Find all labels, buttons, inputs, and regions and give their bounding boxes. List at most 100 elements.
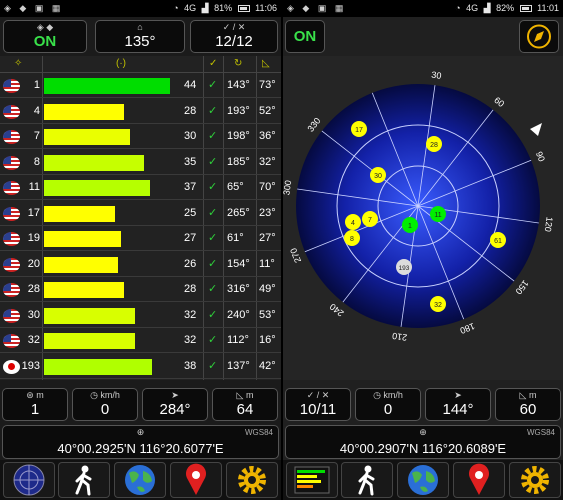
coordinates-box[interactable]: ⊕ WGS84 40°00.2925'N 116°20.6077'E (2, 425, 279, 459)
table-row[interactable]: 1 44 ✓ 143° 73° (0, 74, 281, 98)
signal-bars-icon[interactable] (286, 462, 338, 498)
snr-value: 32 (184, 308, 197, 321)
map-pin-icon[interactable] (170, 462, 222, 498)
azimuth-label: 300 (283, 179, 293, 195)
network-type: 4G (184, 3, 197, 13)
satellite-marker-label: 17 (355, 127, 363, 134)
table-row[interactable]: 17 25 ✓ 265° 23° (0, 202, 281, 226)
satellite-marker-label: 61 (494, 238, 502, 245)
table-row[interactable]: 20 26 ✓ 154° 11° (0, 253, 281, 277)
used-check-icon: ✓ (208, 181, 218, 193)
sky-satellite[interactable]: 193 (396, 259, 412, 275)
compass-button[interactable] (519, 20, 559, 53)
satellites-value: 12/12 (215, 33, 253, 50)
snr-value: 37 (184, 181, 197, 193)
elevation-value: 42° (259, 359, 276, 372)
elevation-value: 49° (259, 283, 276, 295)
sky-satellite[interactable]: 61 (490, 232, 506, 248)
altitude-box[interactable]: ◺ m 64 (212, 388, 278, 421)
used-check-icon: ✓ (208, 104, 218, 117)
used-check-icon: ✓ (208, 79, 218, 91)
elevation-icon: ◺ (262, 58, 270, 69)
table-row[interactable]: 4 28 ✓ 193° 52° (0, 100, 281, 124)
table-row[interactable]: 28 28 ✓ 316° 49° (0, 278, 281, 302)
table-row[interactable]: 11 37 ✓ 65° 70° (0, 176, 281, 200)
sky-satellite[interactable]: 32 (430, 296, 446, 312)
table-row[interactable]: 7 30 ✓ 198° 36° (0, 125, 281, 149)
sky-satellite[interactable]: 11 (430, 206, 446, 222)
satellites-box[interactable]: ✓ / ✕ 12/12 (190, 20, 278, 53)
sky-satellite[interactable]: 30 (370, 167, 386, 183)
gear-icon[interactable] (226, 462, 278, 498)
signal-bar (44, 154, 144, 171)
azimuth-label: 60 (492, 95, 506, 109)
azimuth-value: 240° (227, 308, 250, 321)
snr-value: 35 (184, 155, 197, 168)
satellite-table: ✧ (·) ✓ ↻ ◺ 1 44 ✓ 143° 73° 4 28 ✓ 193° 52° 7 30 ✓ 19… (0, 56, 281, 380)
satellite-marker-label: 7 (368, 217, 372, 224)
used-check-icon: ✓ (208, 334, 218, 346)
walk-icon[interactable] (341, 462, 393, 498)
azimuth-value: 61° (227, 232, 244, 244)
gps-status-box[interactable]: ON (285, 20, 325, 53)
table-row[interactable]: 32 32 ✓ 112° 16° (0, 329, 281, 353)
satellite-prn: 28 (27, 283, 40, 295)
bottom-nav (283, 460, 563, 500)
table-row[interactable]: 193 38 ✓ 137° 42° (0, 355, 281, 379)
globe-icon[interactable] (397, 462, 449, 498)
bearing-box[interactable]: ➤ 284° (142, 388, 208, 421)
status-bar: ◈ ◆ ▣ ▦ ◔ 4G ▟ 82% 11:01 (283, 0, 563, 17)
gear-icon[interactable] (509, 462, 561, 498)
sky-satellite[interactable]: 4 (345, 214, 361, 230)
azimuth-icon: ↻ (234, 58, 243, 69)
sky-satellite[interactable]: 8 (344, 230, 360, 246)
satellite-prn: 32 (27, 334, 40, 346)
table-row[interactable]: 8 35 ✓ 185° 32° (0, 151, 281, 175)
signal-bar (44, 307, 136, 324)
gps-status-value: ON (293, 28, 317, 45)
accuracy-box[interactable]: ⊛ m 1 (2, 388, 68, 421)
battery-icon (519, 5, 532, 13)
table-row[interactable]: 30 32 ✓ 240° 53° (0, 304, 281, 328)
globe-icon[interactable] (114, 462, 166, 498)
azimuth-value: 65° (227, 181, 244, 193)
altitude-box[interactable]: ◺ m 60 (495, 388, 561, 421)
status-bar: ◈ ◆ ▣ ▦ ◔ 4G ▟ 81% 11:06 (0, 0, 281, 17)
right-screen: ◈ ◆ ▣ ▦ ◔ 4G ▟ 82% 11:01 ON 300 330 30 6… (283, 0, 563, 500)
snr-value: 25 (184, 206, 197, 219)
signal-icon: ▟ (201, 3, 209, 13)
azimuth-value: 316° (227, 283, 250, 295)
gps-status-box[interactable]: ◈ ◆ ON (3, 20, 87, 53)
sky-satellite[interactable]: 7 (362, 211, 378, 227)
speed-box[interactable]: ◷ km/h 0 (355, 388, 421, 421)
snr-value: 30 (184, 130, 197, 142)
sky-satellite[interactable]: 28 (426, 136, 442, 152)
walk-icon[interactable] (58, 462, 110, 498)
sky-satellite[interactable]: 1 (402, 217, 418, 233)
wifi-icon: ◔ (173, 3, 179, 13)
satellites-box[interactable]: ✓ / ✕ 10/11 (285, 388, 351, 421)
battery-percent: 81% (214, 3, 233, 13)
map-pin-icon[interactable] (453, 462, 505, 498)
azimuth-label: 210 (391, 331, 407, 343)
datum-label: WGS84 (244, 428, 273, 437)
bearing-value: 284° (159, 401, 191, 418)
used-check-icon: ✓ (208, 257, 218, 270)
radar-icon[interactable] (3, 462, 55, 498)
azimuth-label: 90 (534, 150, 547, 163)
snr-value: 28 (184, 283, 197, 295)
sky-satellite[interactable]: 17 (351, 121, 367, 137)
elevation-value: 73° (259, 79, 276, 91)
speed-box[interactable]: ◷ km/h 0 (72, 388, 138, 421)
compass-icon (527, 24, 551, 49)
coordinates-box[interactable]: ⊕ WGS84 40°00.2907'N 116°20.6089'E (285, 425, 561, 459)
bearing-box[interactable]: ➤ 144° (425, 388, 491, 421)
table-row[interactable]: 19 27 ✓ 61° 27° (0, 227, 281, 251)
accuracy-title: ⊛ m (26, 390, 44, 400)
speed-title: ◷ km/h (90, 390, 120, 400)
elevation-value: 11° (259, 257, 275, 270)
satellite-icon: ✧ (14, 58, 23, 69)
heading-box[interactable]: ⌂ 135° (95, 20, 185, 53)
coordinates-value: 40°00.2907'N 116°20.6089'E (339, 441, 507, 456)
signal-bar (44, 282, 124, 298)
